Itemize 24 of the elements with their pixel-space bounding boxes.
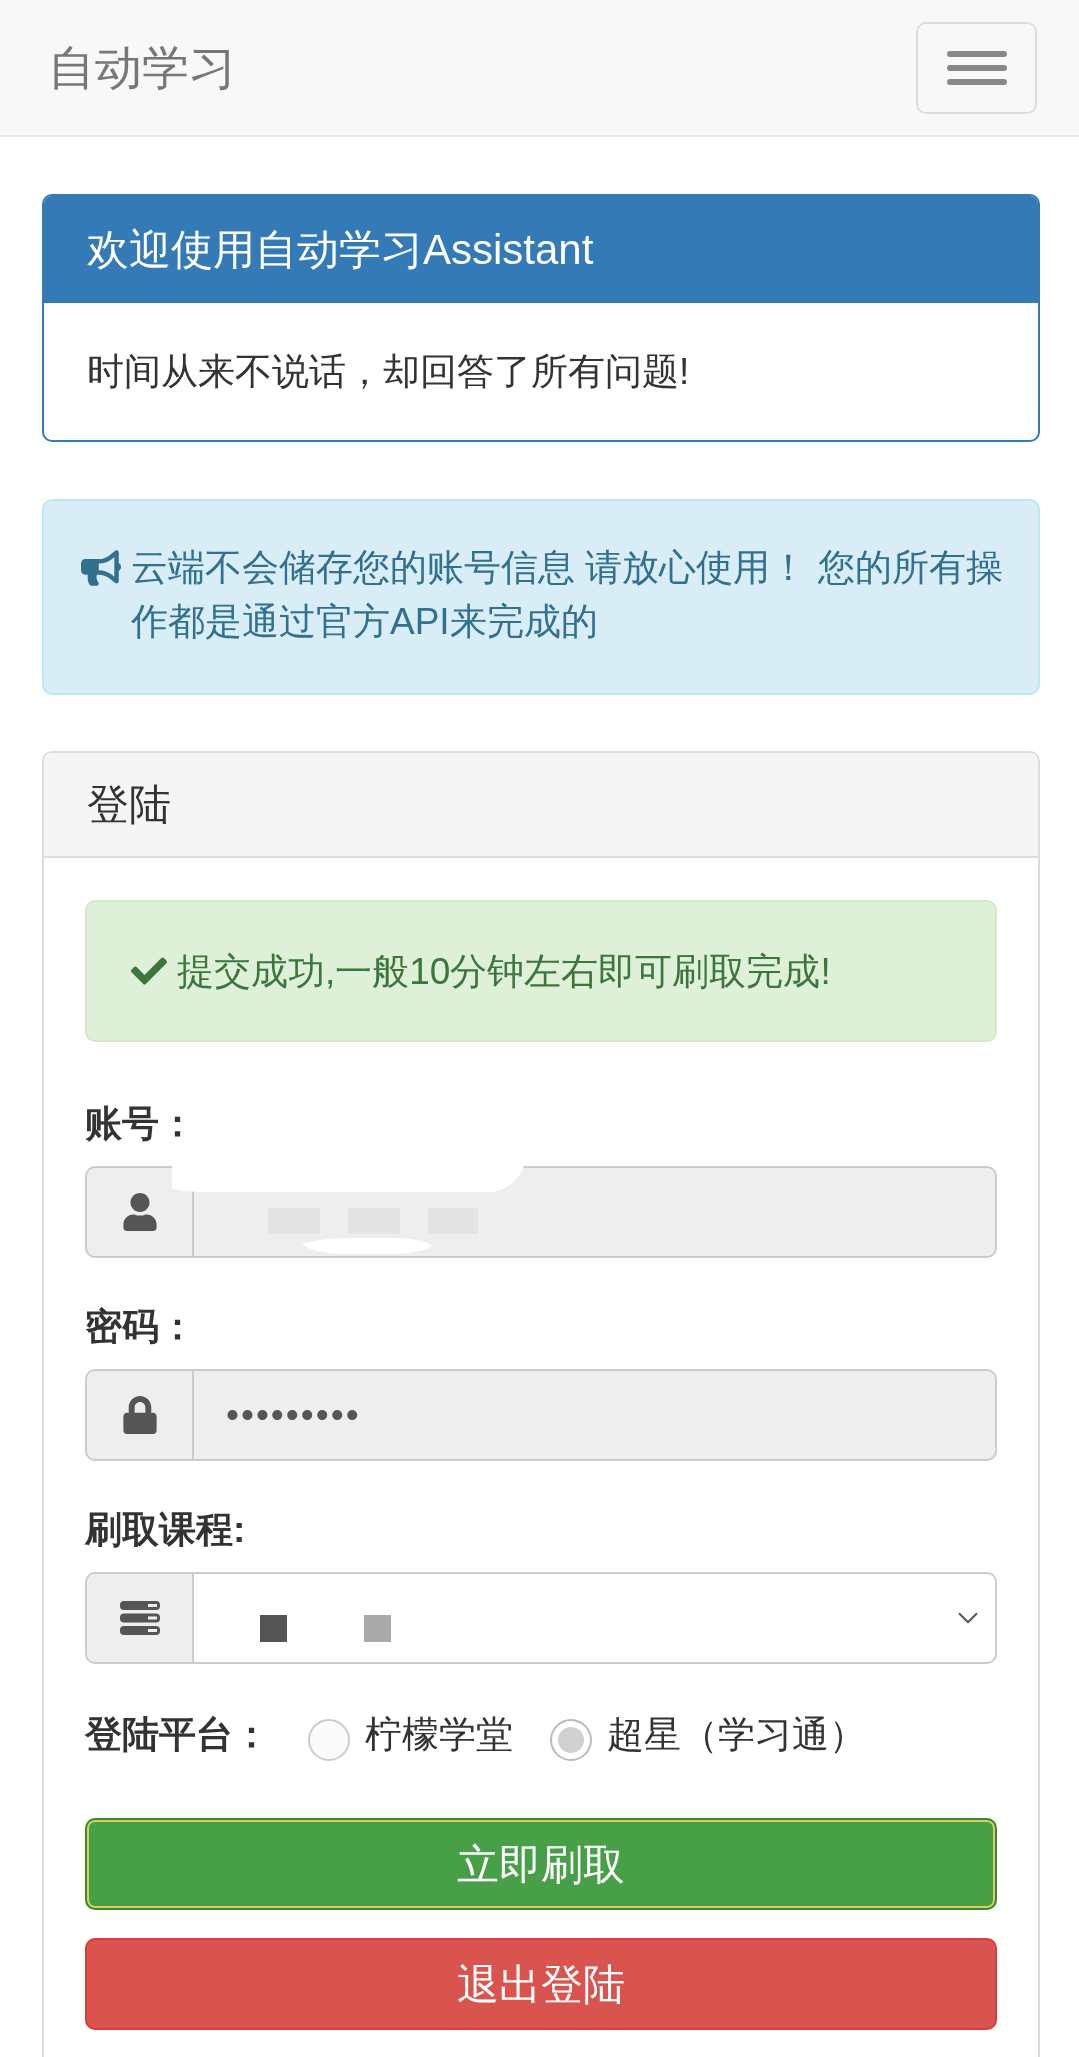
menu-button[interactable]	[916, 21, 1037, 114]
megaphone-icon	[81, 548, 121, 588]
course-select[interactable]	[194, 1572, 997, 1664]
brand-title[interactable]: 自动学习	[48, 37, 236, 98]
radio-option[interactable]: 柠檬学堂	[308, 1708, 513, 1761]
notice-text: 云端不会储存您的账号信息 请放心使用！ 您的所有操作都是通过官方API来完成的	[131, 546, 1004, 644]
panel-title: 欢迎使用自动学习Assistant	[87, 224, 594, 275]
field-label: 账号：	[85, 1102, 197, 1146]
field-label: 登陆平台：	[85, 1713, 270, 1757]
radio-button[interactable]	[550, 1718, 592, 1761]
password-field[interactable]: •••••••••	[194, 1369, 997, 1461]
radio-option[interactable]: 超星（学习通）	[550, 1708, 866, 1761]
field-label: 刷取课程:	[85, 1508, 247, 1552]
success-message: 提交成功,一般10分钟左右即可刷取完成!	[177, 949, 831, 994]
lock-icon	[120, 1396, 159, 1434]
field-label: 密码：	[85, 1305, 197, 1349]
panel-text: 时间从来不说话，却回答了所有问题!	[87, 350, 690, 394]
logout-button[interactable]: 退出登陆	[85, 1938, 997, 2030]
radio-button[interactable]	[308, 1718, 350, 1761]
menu-icon	[946, 50, 1007, 85]
panel-title: 登陆	[87, 779, 171, 830]
start-button[interactable]: 立即刷取	[85, 1818, 997, 1910]
list-icon	[119, 1601, 160, 1635]
user-icon	[120, 1193, 159, 1231]
